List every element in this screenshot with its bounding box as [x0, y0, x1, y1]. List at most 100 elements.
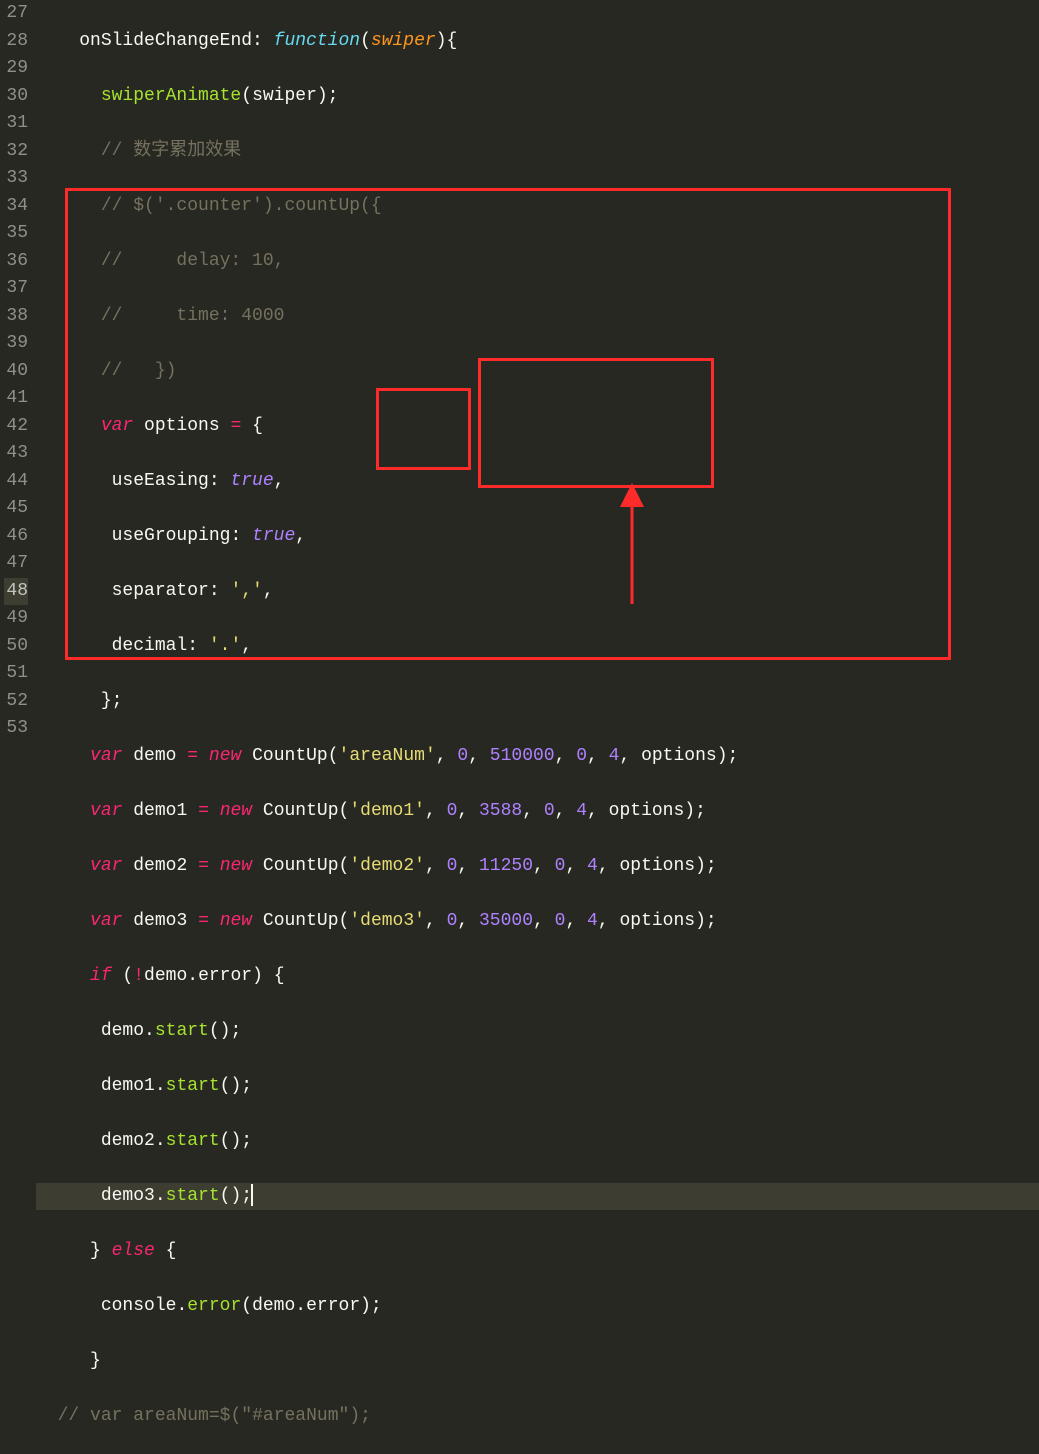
string: ',': [230, 581, 262, 601]
identifier: error: [306, 1296, 360, 1316]
identifier: error: [198, 966, 252, 986]
line-number: 47: [4, 550, 28, 578]
keyword-function: function: [274, 31, 360, 51]
code-line[interactable]: console.error(demo.error);: [36, 1293, 1039, 1321]
code-line[interactable]: var demo3 = new CountUp('demo3', 0, 3500…: [36, 908, 1039, 936]
code-line[interactable]: // time: 4000: [36, 303, 1039, 331]
identifier: options: [144, 416, 220, 436]
comment: // delay: 10,: [101, 251, 285, 271]
method: error: [187, 1296, 241, 1316]
identifier: demo1: [133, 801, 187, 821]
method: start: [166, 1131, 220, 1151]
line-number: 43: [4, 440, 28, 468]
line-number: 52: [4, 688, 28, 716]
line-number: 32: [4, 138, 28, 166]
number: 0: [447, 911, 458, 931]
identifier: demo: [133, 746, 176, 766]
number: 0: [555, 911, 566, 931]
code-line[interactable]: var demo2 = new CountUp('demo2', 0, 1125…: [36, 853, 1039, 881]
keyword-var: var: [90, 801, 122, 821]
line-number: 50: [4, 633, 28, 661]
code-line[interactable]: decimal: '.',: [36, 633, 1039, 661]
number: 35000: [479, 911, 533, 931]
param: swiper: [371, 31, 436, 51]
string: 'demo3': [349, 911, 425, 931]
number: 0: [576, 746, 587, 766]
line-number: 35: [4, 220, 28, 248]
code-line[interactable]: demo.start();: [36, 1018, 1039, 1046]
line-number: 36: [4, 248, 28, 276]
identifier: swiper: [252, 86, 317, 106]
identifier: options: [619, 911, 695, 931]
method: start: [166, 1076, 220, 1096]
bool: true: [252, 526, 295, 546]
property: decimal: [112, 636, 188, 656]
code-line[interactable]: // delay: 10,: [36, 248, 1039, 276]
line-number: 33: [4, 165, 28, 193]
identifier: demo: [101, 1021, 144, 1041]
comment: var: [90, 1406, 122, 1426]
identifier: demo2: [101, 1131, 155, 1151]
code-line[interactable]: var demo1 = new CountUp('demo1', 0, 3588…: [36, 798, 1039, 826]
comment: // time: 4000: [101, 306, 285, 326]
keyword-var: var: [90, 746, 122, 766]
code-line[interactable]: }: [36, 1348, 1039, 1376]
class-name: CountUp: [263, 801, 339, 821]
keyword-new: new: [220, 801, 252, 821]
number: 0: [447, 801, 458, 821]
number: 0: [447, 856, 458, 876]
code-area[interactable]: onSlideChangeEnd: function(swiper){ swip…: [36, 0, 1039, 727]
number: 4: [587, 911, 598, 931]
keyword-if: if: [90, 966, 112, 986]
line-number: 53: [4, 715, 28, 743]
comment: $: [220, 1406, 231, 1426]
number: 4: [587, 856, 598, 876]
number: 11250: [479, 856, 533, 876]
code-line[interactable]: var demo = new CountUp('areaNum', 0, 510…: [36, 743, 1039, 771]
line-number-gutter: 27 28 29 30 31 32 33 34 35 36 37 38 39 4…: [0, 0, 36, 727]
identifier: options: [641, 746, 717, 766]
code-line[interactable]: useEasing: true,: [36, 468, 1039, 496]
code-editor[interactable]: 27 28 29 30 31 32 33 34 35 36 37 38 39 4…: [0, 0, 1039, 727]
code-line[interactable]: swiperAnimate(swiper);: [36, 83, 1039, 111]
string: 'demo1': [349, 801, 425, 821]
keyword-var: var: [90, 911, 122, 931]
code-line[interactable]: demo1.start();: [36, 1073, 1039, 1101]
class-name: CountUp: [263, 911, 339, 931]
string: 'areaNum': [339, 746, 436, 766]
identifier: options: [609, 801, 685, 821]
code-line[interactable]: // 数字累加效果: [36, 138, 1039, 166]
code-line[interactable]: var options = {: [36, 413, 1039, 441]
line-number: 38: [4, 303, 28, 331]
comment: areaNum: [133, 1406, 209, 1426]
code-line[interactable]: };: [36, 688, 1039, 716]
code-line[interactable]: } else {: [36, 1238, 1039, 1266]
property: useEasing: [112, 471, 209, 491]
identifier: demo: [144, 966, 187, 986]
code-line[interactable]: // $('.counter').countUp({: [36, 193, 1039, 221]
code-line[interactable]: onSlideChangeEnd: function(swiper){: [36, 28, 1039, 56]
keyword-var: var: [90, 856, 122, 876]
identifier: demo1: [101, 1076, 155, 1096]
code-line[interactable]: if (!demo.error) {: [36, 963, 1039, 991]
code-line[interactable]: // var areaNum=$("#areaNum");: [36, 1403, 1039, 1431]
code-line[interactable]: demo3.start();: [36, 1183, 1039, 1211]
code-line[interactable]: useGrouping: true,: [36, 523, 1039, 551]
number: 0: [544, 801, 555, 821]
line-number: 44: [4, 468, 28, 496]
line-number: 49: [4, 605, 28, 633]
string: 'demo2': [349, 856, 425, 876]
line-number: 29: [4, 55, 28, 83]
number: 0: [555, 856, 566, 876]
number: 3588: [479, 801, 522, 821]
code-line[interactable]: // }): [36, 358, 1039, 386]
keyword-else: else: [112, 1241, 155, 1261]
code-line[interactable]: separator: ',',: [36, 578, 1039, 606]
keyword-var: var: [101, 416, 133, 436]
code-line[interactable]: demo2.start();: [36, 1128, 1039, 1156]
class-name: CountUp: [252, 746, 328, 766]
comment: // }): [101, 361, 177, 381]
line-number: 51: [4, 660, 28, 688]
line-number: 37: [4, 275, 28, 303]
string: '.': [209, 636, 241, 656]
